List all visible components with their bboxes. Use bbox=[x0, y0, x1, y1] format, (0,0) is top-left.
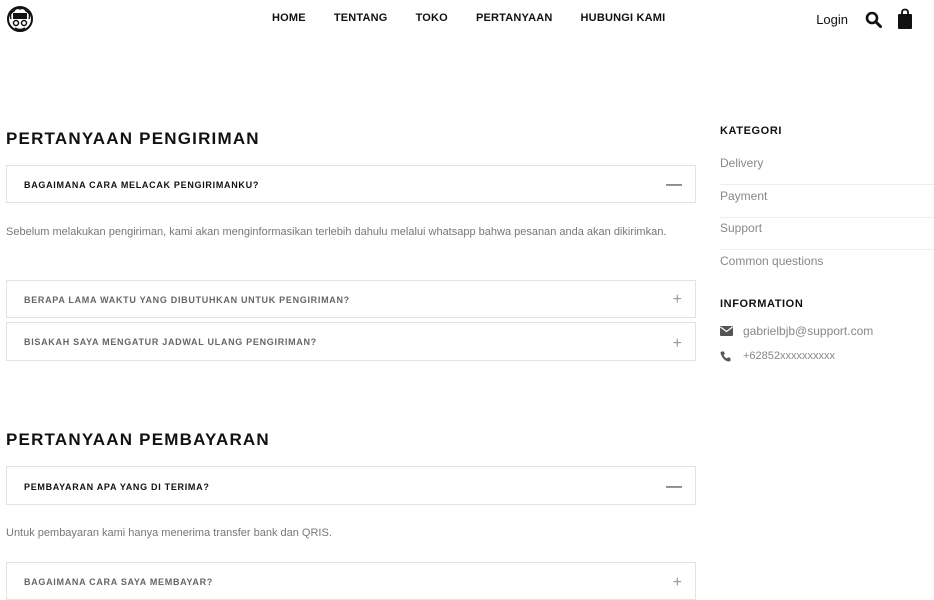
nav-tentang[interactable]: TENTANG bbox=[334, 12, 388, 24]
minus-icon: — bbox=[666, 176, 682, 193]
envelope-icon bbox=[720, 325, 734, 337]
section-title-payment: PERTANYAAN PEMBAYARAN bbox=[6, 430, 270, 449]
nav-toko[interactable]: TOKO bbox=[416, 12, 448, 24]
faq-question: PEMBAYARAN APA YANG DI TERIMA? bbox=[24, 482, 210, 492]
main-nav: HOME TENTANG TOKO PERTANYAAN HUBUNGI KAM… bbox=[272, 12, 665, 24]
faq-question: BERAPA LAMA WAKTU YANG DIBUTUHKAN UNTUK … bbox=[24, 295, 350, 305]
faq-item-shipping-duration[interactable]: BERAPA LAMA WAKTU YANG DIBUTUHKAN UNTUK … bbox=[6, 280, 696, 318]
info-phone-text[interactable]: +62852xxxxxxxxxx bbox=[743, 350, 835, 362]
header-actions: Login bbox=[816, 8, 916, 30]
faq-question: BISAKAH SAYA MENGATUR JADWAL ULANG PENGI… bbox=[24, 337, 317, 347]
info-email: gabrielbjb@support.com bbox=[720, 324, 873, 338]
search-icon[interactable] bbox=[862, 8, 884, 30]
sidebar-title-category: KATEGORI bbox=[720, 125, 783, 137]
faq-answer: Sebelum melakukan pengiriman, kami akan … bbox=[6, 226, 667, 238]
sidebar-title-information: INFORMATION bbox=[720, 298, 804, 310]
sidebar-item-payment[interactable]: Payment bbox=[720, 185, 934, 218]
faq-question: BAGAIMANA CARA MELACAK PENGIRIMANKU? bbox=[24, 180, 260, 190]
info-email-text[interactable]: gabrielbjb@support.com bbox=[743, 324, 873, 338]
faq-item-accepted-payment[interactable]: PEMBAYARAN APA YANG DI TERIMA? — bbox=[6, 466, 696, 505]
nav-hubungi-kami[interactable]: HUBUNGI KAMI bbox=[581, 12, 666, 24]
phone-icon bbox=[720, 350, 734, 362]
login-link[interactable]: Login bbox=[816, 12, 848, 27]
logo[interactable] bbox=[6, 5, 34, 33]
shopping-bag-icon[interactable] bbox=[894, 8, 916, 30]
faq-item-track-shipment[interactable]: BAGAIMANA CARA MELACAK PENGIRIMANKU? — bbox=[6, 165, 696, 203]
sidebar-item-delivery[interactable]: Delivery bbox=[720, 152, 934, 185]
minus-icon: — bbox=[666, 478, 682, 495]
section-title-shipping: PERTANYAAN PENGIRIMAN bbox=[6, 129, 260, 148]
faq-item-reschedule-shipping[interactable]: BISAKAH SAYA MENGATUR JADWAL ULANG PENGI… bbox=[6, 322, 696, 361]
faq-question: BAGAIMANA CARA SAYA MEMBAYAR? bbox=[24, 577, 213, 587]
plus-icon: + bbox=[672, 574, 682, 591]
site-header: HOME TENTANG TOKO PERTANYAAN HUBUNGI KAM… bbox=[0, 0, 934, 40]
nav-home[interactable]: HOME bbox=[272, 12, 306, 24]
faq-item-how-to-pay[interactable]: BAGAIMANA CARA SAYA MEMBAYAR? + bbox=[6, 562, 696, 600]
sidebar-item-common-questions[interactable]: Common questions bbox=[720, 250, 934, 283]
info-phone: +62852xxxxxxxxxx bbox=[720, 350, 835, 362]
plus-icon: + bbox=[672, 335, 682, 352]
faq-answer: Untuk pembayaran kami hanya menerima tra… bbox=[6, 527, 332, 539]
plus-icon: + bbox=[672, 291, 682, 308]
logo-icon bbox=[7, 6, 33, 32]
nav-pertanyaan[interactable]: PERTANYAAN bbox=[476, 12, 553, 24]
sidebar-item-support[interactable]: Support bbox=[720, 217, 934, 250]
